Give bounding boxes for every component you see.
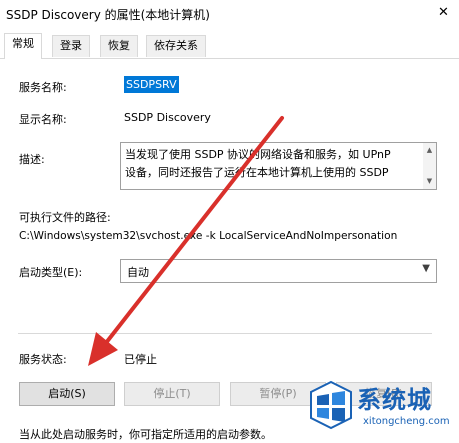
description-box[interactable]: 当发现了使用 SSDP 协议的网络设备和服务，如 UPnP 设备，同时还报告了运… bbox=[120, 142, 437, 190]
start-button[interactable]: 启动(S) bbox=[19, 382, 115, 406]
tab-dependencies[interactable]: 依存关系 bbox=[146, 35, 206, 57]
scroll-down-icon[interactable]: ▼ bbox=[424, 176, 435, 187]
startup-type-label: 启动类型(E): bbox=[19, 266, 83, 279]
description-label: 描述: bbox=[19, 153, 45, 166]
startup-type-select[interactable]: 自动 ▼ bbox=[120, 259, 437, 283]
service-name-label: 服务名称: bbox=[19, 81, 67, 94]
stop-button[interactable]: 停止(T) bbox=[124, 382, 220, 406]
description-line-1: 当发现了使用 SSDP 协议的网络设备和服务，如 UPnP bbox=[125, 148, 391, 161]
watermark: 系统城 xitongcheng.com bbox=[305, 378, 455, 440]
watermark-url: xitongcheng.com bbox=[363, 416, 450, 427]
divider bbox=[18, 333, 432, 334]
scroll-up-icon[interactable]: ▲ bbox=[424, 145, 435, 156]
title-bar: SSDP Discovery 的属性(本地计算机) ✕ bbox=[0, 0, 459, 28]
window-title: SSDP Discovery 的属性(本地计算机) bbox=[6, 8, 210, 22]
watermark-logo-icon bbox=[310, 380, 352, 430]
service-status-label: 服务状态: bbox=[19, 353, 67, 366]
close-icon[interactable]: ✕ bbox=[428, 0, 459, 28]
description-line-2: 设备，同时还报告了运行在本地计算机上使用的 SSDP bbox=[125, 166, 389, 179]
arrow-head bbox=[88, 332, 118, 366]
display-name-value: SSDP Discovery bbox=[124, 111, 211, 124]
path-label: 可执行文件的路径: bbox=[19, 211, 111, 224]
description-scrollbar[interactable]: ▲ ▼ bbox=[423, 143, 436, 189]
description-text: 当发现了使用 SSDP 协议的网络设备和服务，如 UPnP 设备，同时还报告了运… bbox=[125, 146, 415, 182]
path-value: C:\Windows\system32\svchost.exe -k Local… bbox=[19, 230, 398, 242]
service-name-value[interactable]: SSDPSRV bbox=[124, 76, 179, 93]
chevron-down-icon: ▼ bbox=[422, 263, 430, 274]
tab-strip: 常规 登录 恢复 依存关系 bbox=[0, 32, 459, 59]
service-status-value: 已停止 bbox=[124, 353, 157, 366]
start-params-hint: 当从此处启动服务时，你可指定所适用的启动参数。 bbox=[19, 428, 272, 441]
tab-general[interactable]: 常规 bbox=[4, 33, 42, 59]
watermark-name: 系统城 bbox=[357, 386, 432, 414]
tab-recovery[interactable]: 恢复 bbox=[100, 35, 138, 57]
tab-logon[interactable]: 登录 bbox=[52, 35, 90, 57]
startup-type-value: 自动 bbox=[127, 266, 149, 279]
display-name-label: 显示名称: bbox=[19, 113, 67, 126]
